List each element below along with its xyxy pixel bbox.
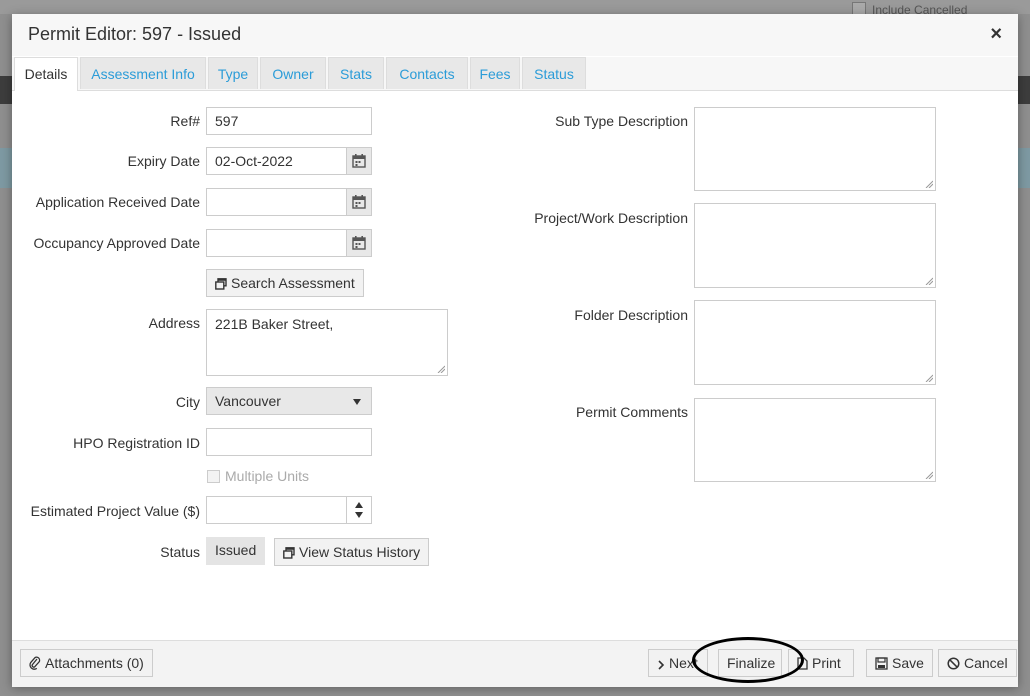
application-received-label: Application Received Date [35,194,200,210]
calendar-icon[interactable] [346,229,372,257]
dialog-title: Permit Editor: 597 - Issued [28,24,242,44]
tab-type[interactable]: Type [208,57,258,89]
chevron-right-icon [657,652,665,676]
permit-comments-textarea[interactable] [694,398,936,482]
print-button[interactable]: Print [788,649,854,677]
hpo-registration-label: HPO Registration ID [73,435,200,451]
tab-bar: Details Assessment Info Type Owner Stats… [12,57,1018,91]
ref-label: Ref# [170,113,200,129]
tab-assessment-info[interactable]: Assessment Info [80,57,206,89]
save-label: Save [892,655,924,671]
view-status-history-button[interactable]: View Status History [274,538,430,567]
status-label: Status [160,544,200,560]
ref-input[interactable]: 597 [206,107,372,135]
status-value: Issued [206,537,266,565]
cancel-button[interactable]: Cancel [938,649,1017,677]
resize-grip-icon[interactable] [925,277,933,285]
city-label: City [175,394,200,410]
caret-down-icon [353,399,361,405]
popup-window-icon [215,272,227,298]
sub-type-description-textarea[interactable] [694,107,936,191]
calendar-icon[interactable] [346,188,372,216]
ban-icon [947,652,960,678]
floppy-disk-icon [875,652,888,678]
folder-description-textarea[interactable] [694,300,936,385]
multiple-units-label: Multiple Units [225,468,310,484]
permit-editor-dialog: Permit Editor: 597 - Issued × Details As… [12,14,1018,687]
dialog-footer: Attachments (0) Next Finalize Print Save… [12,640,1018,687]
tab-stats[interactable]: Stats [328,57,384,89]
finalize-label: Finalize [727,655,776,671]
multiple-units-checkbox[interactable] [207,470,220,483]
view-status-history-label: View Status History [299,544,421,560]
tab-details[interactable]: Details [14,57,78,91]
save-button[interactable]: Save [866,649,933,677]
popup-window-icon [283,541,295,567]
sub-type-description-label: Sub Type Description [555,113,688,129]
address-label: Address [148,315,200,331]
number-spinner[interactable] [346,496,372,524]
estimated-value-input[interactable] [206,496,348,524]
search-assessment-label: Search Assessment [231,275,355,291]
estimated-value-label: Estimated Project Value ($) [30,503,200,519]
print-label: Print [812,655,841,671]
address-value: 221B Baker Street, [215,316,334,332]
search-assessment-button[interactable]: Search Assessment [206,269,364,297]
close-icon[interactable]: × [990,23,1002,46]
project-work-description-label: Project/Work Description [534,210,688,226]
project-work-description-textarea[interactable] [694,203,936,288]
document-icon [797,652,808,678]
expiry-date-input[interactable]: 02-Oct-2022 [206,147,348,175]
resize-grip-icon[interactable] [437,365,445,373]
application-received-input[interactable] [206,188,348,216]
resize-grip-icon[interactable] [925,374,933,382]
tab-owner[interactable]: Owner [260,57,326,89]
cancel-label: Cancel [964,655,1008,671]
occupancy-approved-input[interactable] [206,229,348,257]
attachments-button[interactable]: Attachments (0) [20,649,153,677]
dialog-header: Permit Editor: 597 - Issued × [12,14,1018,56]
tab-status[interactable]: Status [522,57,586,89]
finalize-button[interactable]: Finalize [718,649,782,677]
city-select[interactable]: Vancouver [206,387,372,415]
tab-fees[interactable]: Fees [470,57,520,89]
next-button[interactable]: Next [648,649,708,677]
city-value: Vancouver [215,393,281,409]
tab-contacts[interactable]: Contacts [386,57,468,89]
occupancy-approved-label: Occupancy Approved Date [33,235,200,251]
address-textarea[interactable]: 221B Baker Street, [206,309,448,376]
resize-grip-icon[interactable] [925,180,933,188]
permit-comments-label: Permit Comments [575,404,688,420]
resize-grip-icon[interactable] [925,471,933,479]
calendar-icon[interactable] [346,147,372,175]
attachments-label: Attachments (0) [45,655,144,671]
expiry-date-label: Expiry Date [127,153,200,169]
paperclip-icon [29,652,41,678]
hpo-registration-input[interactable] [206,428,372,456]
next-label: Next [669,655,698,671]
folder-description-label: Folder Description [574,307,688,323]
